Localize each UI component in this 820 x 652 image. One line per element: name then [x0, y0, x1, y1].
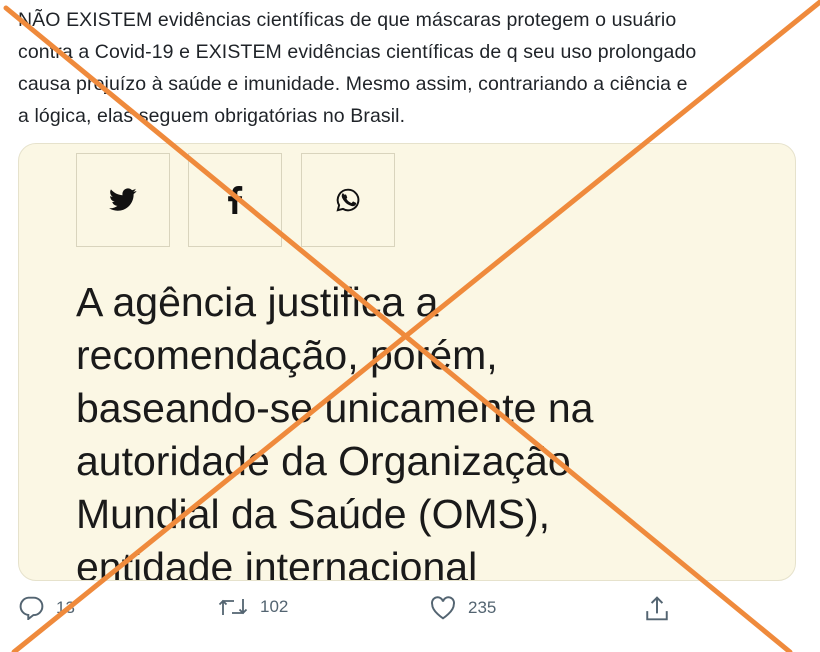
- article-card[interactable]: A agência justifica a recomendação, poré…: [18, 143, 796, 581]
- share-whatsapp-button[interactable]: [301, 153, 395, 247]
- headline-line: recomendação, porém,: [76, 332, 498, 378]
- headline-line: Mundial da Saúde (OMS),: [76, 491, 551, 537]
- tweet-actions-bar: 13 102 235: [0, 596, 820, 636]
- headline-line: autoridade da Organização: [76, 438, 571, 484]
- share-facebook-button[interactable]: [188, 153, 282, 247]
- retweet-button[interactable]: 102: [218, 596, 288, 618]
- reply-button[interactable]: 13: [18, 596, 75, 620]
- tweet-text-line: causa prejuízo à saúde e imunidade. Mesm…: [18, 73, 688, 95]
- share-button[interactable]: [645, 596, 669, 622]
- facebook-icon: [228, 186, 243, 214]
- share-twitter-button[interactable]: [76, 153, 170, 247]
- reply-icon: [19, 596, 44, 620]
- twitter-icon: [109, 188, 137, 211]
- whatsapp-icon: [336, 188, 360, 212]
- headline-line: A agência justifica a: [76, 279, 439, 325]
- heart-icon: [431, 596, 455, 620]
- reply-count: 13: [56, 598, 75, 617]
- like-button[interactable]: 235: [430, 596, 496, 620]
- share-icon: [646, 596, 668, 621]
- headline-line: entidade internacional: [76, 544, 478, 581]
- article-headline: A agência justifica a recomendação, poré…: [76, 276, 776, 581]
- tweet-text: NÃO EXISTEM evidências científicas de qu…: [18, 4, 808, 132]
- headline-line: baseando-se unicamente na: [76, 385, 594, 431]
- like-count: 235: [468, 598, 497, 617]
- retweet-count: 102: [260, 597, 289, 616]
- tweet-text-line: contra a Covid-19 e EXISTEM evidências c…: [18, 41, 697, 63]
- tweet-text-line: a lógica, elas seguem obrigatórias no Br…: [18, 105, 406, 127]
- tweet-text-line: NÃO EXISTEM evidências científicas de qu…: [18, 9, 677, 31]
- retweet-icon: [218, 599, 248, 615]
